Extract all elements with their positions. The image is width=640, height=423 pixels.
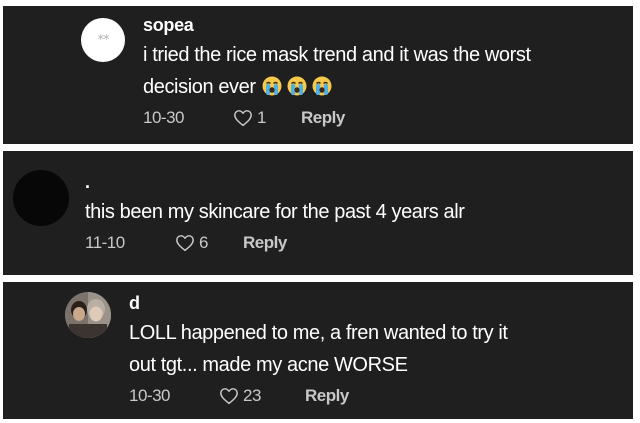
comment-text: i tried the rice mask trend and it was t… [143, 39, 531, 103]
avatar[interactable] [65, 292, 111, 338]
comment-text-line: this been my skincare for the past 4 yea… [85, 201, 465, 223]
reply-button[interactable]: Reply [243, 231, 287, 255]
comment-text: this been my skincare for the past 4 yea… [85, 196, 465, 228]
comment-text-line: out tgt... made my acne WORSE [129, 354, 408, 376]
comment-content: . this been my skincare for the past 4 y… [85, 171, 465, 255]
comment-card: ** sopea i tried the rice mask trend and… [3, 6, 633, 144]
comment-card: . this been my skincare for the past 4 y… [3, 151, 633, 275]
like-count: 1 [257, 108, 266, 127]
comment-username[interactable]: sopea [143, 14, 531, 36]
comment-text-line: decision ever [143, 76, 256, 98]
like-count: 23 [243, 386, 261, 405]
comment-content: sopea i tried the rice mask trend and it… [143, 14, 531, 130]
emoji-group [262, 76, 332, 96]
comment-text-line-with-emoji: decision ever [143, 71, 531, 103]
heart-outline-icon [234, 110, 252, 127]
like-button[interactable]: 1 [233, 106, 301, 130]
reply-button[interactable]: Reply [305, 384, 349, 408]
like-button[interactable]: 23 [219, 384, 305, 408]
comment-meta: 11-10 6 Reply [85, 231, 465, 255]
avatar[interactable] [13, 170, 69, 226]
loudly-crying-face-emoji [262, 76, 282, 96]
comment-text-line: i tried the rice mask trend and it was t… [143, 44, 531, 66]
comment-card: d LOLL happened to me, a fren wanted to … [3, 282, 633, 419]
avatar-text: ** [97, 32, 110, 48]
comment-meta: 10-30 1 Reply [143, 106, 531, 130]
comment-text-line: LOLL happened to me, a fren wanted to tr… [129, 322, 508, 344]
heart-outline-icon [176, 235, 194, 252]
heart-outline-icon [220, 388, 238, 405]
like-count: 6 [199, 233, 208, 252]
avatar-photo [65, 292, 111, 338]
comment-text: LOLL happened to me, a fren wanted to tr… [129, 317, 508, 381]
loudly-crying-face-emoji [312, 76, 332, 96]
reply-button[interactable]: Reply [301, 106, 345, 130]
comment-date: 10-30 [143, 108, 184, 127]
comment-meta: 10-30 23 Reply [129, 384, 508, 408]
avatar[interactable]: ** [81, 18, 125, 62]
comment-username[interactable]: d [129, 292, 508, 314]
like-button[interactable]: 6 [175, 231, 243, 255]
comment-date: 10-30 [129, 386, 170, 405]
comment-content: d LOLL happened to me, a fren wanted to … [129, 292, 508, 408]
comment-date: 11-10 [85, 233, 125, 252]
comment-username[interactable]: . [85, 171, 465, 193]
loudly-crying-face-emoji [287, 76, 307, 96]
